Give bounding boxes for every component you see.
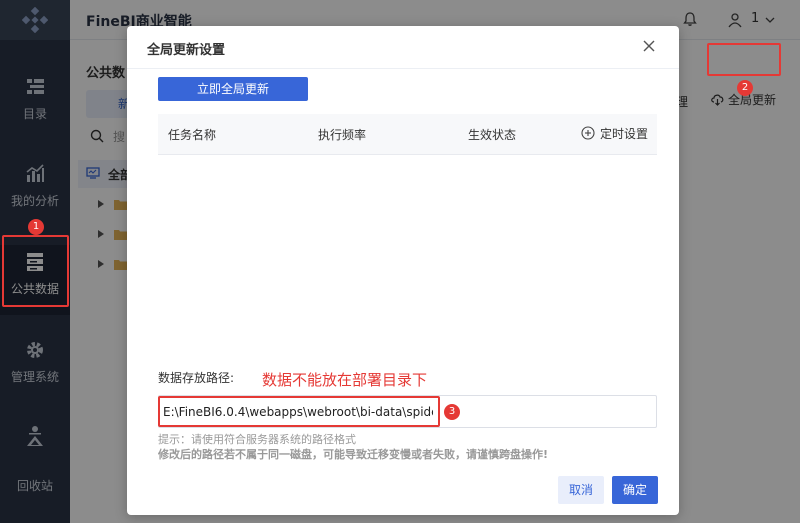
path-label: 数据存放路径: <box>158 371 235 385</box>
dialog-title: 全局更新设置 <box>147 43 226 58</box>
close-icon[interactable] <box>641 38 657 54</box>
column-header-status: 生效状态 <box>468 128 517 142</box>
cancel-button[interactable]: 取消 <box>558 476 604 504</box>
hint-warning-text: 修改后的路径若不属于同一磁盘，可能导致迁移变慢或者失败，请谨慎跨盘操作! <box>158 448 549 461</box>
annotation-marker-2: 2 <box>737 80 753 96</box>
annotation-marker-1: 1 <box>28 219 44 235</box>
plus-circle-icon <box>581 126 595 140</box>
task-table-header: 任务名称 执行频率 生效状态 定时设置 <box>158 114 657 155</box>
annotation-box-2 <box>707 43 781 76</box>
schedule-setting-button[interactable]: 定时设置 <box>581 125 661 143</box>
path-warning: 数据不能放在部署目录下 <box>262 371 428 389</box>
update-now-button[interactable]: 立即全局更新 <box>158 77 308 101</box>
schedule-setting-label: 定时设置 <box>600 127 649 141</box>
hint-text: 提示：请使用符合服务器系统的路径格式 <box>158 433 356 446</box>
annotation-box-1 <box>2 235 69 307</box>
confirm-button[interactable]: 确定 <box>612 476 658 504</box>
annotation-box-3 <box>158 396 440 427</box>
global-update-dialog: 全局更新设置 立即全局更新 任务名称 执行频率 生效状态 定时设置 数据存放路径… <box>127 26 679 515</box>
column-header-frequency: 执行频率 <box>318 128 367 142</box>
column-header-task-name: 任务名称 <box>168 128 217 142</box>
divider <box>127 68 679 69</box>
annotation-marker-3: 3 <box>444 404 460 420</box>
